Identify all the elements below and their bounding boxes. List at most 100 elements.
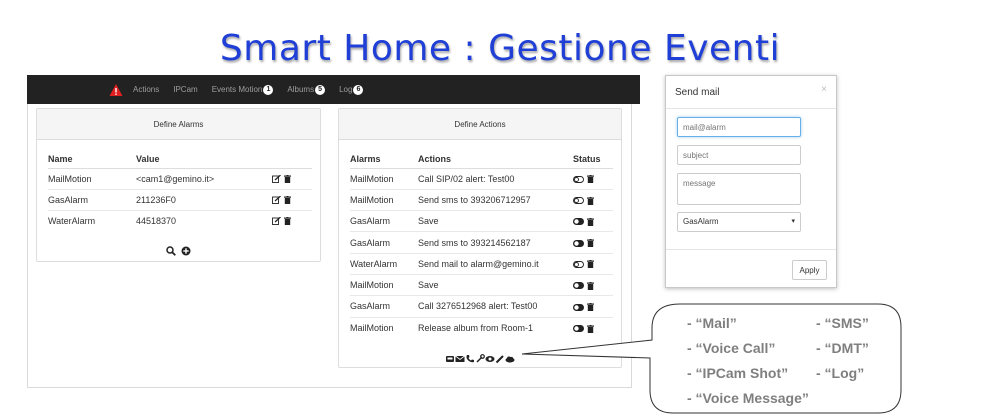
- trash-icon[interactable]: [587, 175, 594, 184]
- row-actions: [272, 210, 312, 231]
- callout-item: - “Log”: [816, 365, 865, 381]
- nav-albums[interactable]: Albums 5: [287, 84, 326, 95]
- subject-field[interactable]: [677, 145, 801, 165]
- action-alarm: WaterAlarm: [350, 253, 418, 275]
- column-header: Actions: [418, 140, 573, 169]
- row-actions: [272, 189, 312, 211]
- select-value: GasAlarm: [683, 217, 719, 226]
- nav-label: Albums: [287, 85, 315, 94]
- trash-icon[interactable]: [587, 239, 594, 248]
- row-status: [573, 231, 613, 254]
- toggle-off-icon[interactable]: [573, 261, 584, 268]
- table-row: MailMotion <cam1@gemino.it>: [48, 168, 312, 190]
- callout-item: - “DMT”: [816, 340, 869, 356]
- row-status: [573, 253, 613, 275]
- table-row: MailMotion Save: [350, 274, 613, 297]
- apply-button[interactable]: Apply: [792, 260, 827, 280]
- row-status: [573, 168, 613, 190]
- wrench-icon[interactable]: [475, 353, 485, 364]
- nav-label: Log: [339, 85, 353, 94]
- action-alarm: GasAlarm: [350, 295, 418, 318]
- toggle-on-icon[interactable]: [573, 218, 584, 226]
- nav-actions[interactable]: Actions: [133, 85, 159, 94]
- alarm-name: MailMotion: [48, 168, 136, 190]
- count-badge: 6: [353, 84, 364, 95]
- cloud-icon[interactable]: [505, 354, 515, 364]
- edit-icon[interactable]: [272, 175, 281, 184]
- table-row: WaterAlarm Send mail to alarm@gemino.it: [350, 253, 613, 275]
- send-mail-modal: Send mail × GasAlarm ▾ Apply: [665, 75, 837, 288]
- panel-title: Define Actions: [339, 109, 621, 140]
- action-alarm: MailMotion: [350, 322, 394, 333]
- count-badge: 5: [315, 84, 326, 95]
- count-badge: 1: [263, 84, 274, 95]
- toggle-on-icon[interactable]: [573, 239, 584, 247]
- alarm-value: 211236F0: [136, 189, 272, 211]
- message-field[interactable]: [677, 173, 801, 205]
- warning-icon[interactable]: [109, 83, 123, 97]
- mail-to-field[interactable]: [677, 117, 801, 137]
- toggle-on-icon[interactable]: [573, 282, 584, 290]
- row-status: [573, 274, 613, 297]
- trash-icon[interactable]: [284, 196, 291, 205]
- table-row: MailMotion Call SIP/02 alert: Test00: [350, 168, 613, 190]
- nav-events-motion[interactable]: Events Motion 1: [211, 84, 274, 95]
- column-header: Status: [573, 140, 613, 169]
- trash-icon[interactable]: [284, 217, 291, 226]
- envelope-icon[interactable]: [455, 354, 465, 364]
- column-header: [272, 140, 312, 169]
- inbox-icon[interactable]: [445, 354, 455, 364]
- close-icon[interactable]: ×: [821, 84, 827, 95]
- table-row: GasAlarm 211236F0: [48, 189, 312, 211]
- edit-icon[interactable]: [272, 196, 281, 205]
- trash-icon[interactable]: [587, 281, 594, 290]
- action-description: Save: [418, 274, 573, 297]
- add-circle-icon[interactable]: [181, 246, 191, 256]
- edit-icon[interactable]: [272, 217, 281, 226]
- callout-item: - “Voice Message”: [687, 390, 809, 406]
- callout-item: - “Voice Call”: [687, 340, 776, 356]
- trash-icon[interactable]: [284, 175, 291, 184]
- row-status: [573, 189, 613, 212]
- action-description: Send sms to 393206712957: [418, 189, 573, 212]
- alarm-select[interactable]: GasAlarm ▾: [677, 212, 801, 232]
- column-header: Name: [48, 140, 136, 169]
- eye-icon[interactable]: [485, 354, 495, 364]
- pencil-icon[interactable]: [495, 354, 505, 364]
- callout-item: - “SMS”: [816, 315, 869, 331]
- row-status: [573, 210, 613, 233]
- alarm-value: <cam1@gemino.it>: [136, 168, 272, 190]
- nav-ipcam[interactable]: IPCam: [173, 85, 197, 94]
- callout-item: - “Mail”: [687, 315, 737, 331]
- trash-icon[interactable]: [587, 196, 594, 205]
- search-icon[interactable]: [166, 246, 177, 256]
- modal-title: Send mail: [675, 87, 720, 98]
- caret-down-icon: ▾: [791, 218, 795, 225]
- trash-icon[interactable]: [587, 260, 594, 269]
- toggle-off-icon[interactable]: [573, 175, 584, 183]
- column-header: Alarms: [350, 140, 418, 169]
- toggle-off-icon[interactable]: [573, 197, 584, 205]
- action-description: Send sms to 393214562187: [418, 231, 573, 254]
- phone-icon[interactable]: [465, 354, 475, 364]
- action-alarm: MailMotion: [350, 168, 418, 190]
- table-row: GasAlarm Save: [350, 210, 613, 233]
- nav-log[interactable]: Log 6: [339, 84, 364, 95]
- modal-footer: Apply: [666, 249, 836, 289]
- column-header: Value: [136, 140, 272, 169]
- nav-label: Events Motion: [211, 85, 263, 94]
- row-actions: [272, 168, 312, 190]
- trash-icon[interactable]: [587, 217, 594, 226]
- slide-title: Smart Home : Gestione Eventi: [219, 28, 781, 69]
- alarm-value: 44518370: [136, 215, 177, 226]
- nav-label: IPCam: [173, 85, 198, 94]
- table-row: GasAlarm Send sms to 393214562187: [350, 231, 613, 254]
- table-row: MailMotion Send sms to 393206712957: [350, 189, 613, 212]
- alarms-table: Name Value MailMotion <cam1@gemino.it> Gas…: [48, 140, 312, 231]
- alarms-panel: Define Alarms Name Value MailMotion <cam1…: [36, 108, 321, 262]
- action-description: Send mail to alarm@gemino.it: [418, 253, 573, 275]
- action-alarm: GasAlarm: [350, 210, 418, 233]
- action-description: Save: [418, 210, 573, 233]
- action-alarm: MailMotion: [350, 274, 418, 297]
- action-alarm: MailMotion: [350, 189, 418, 212]
